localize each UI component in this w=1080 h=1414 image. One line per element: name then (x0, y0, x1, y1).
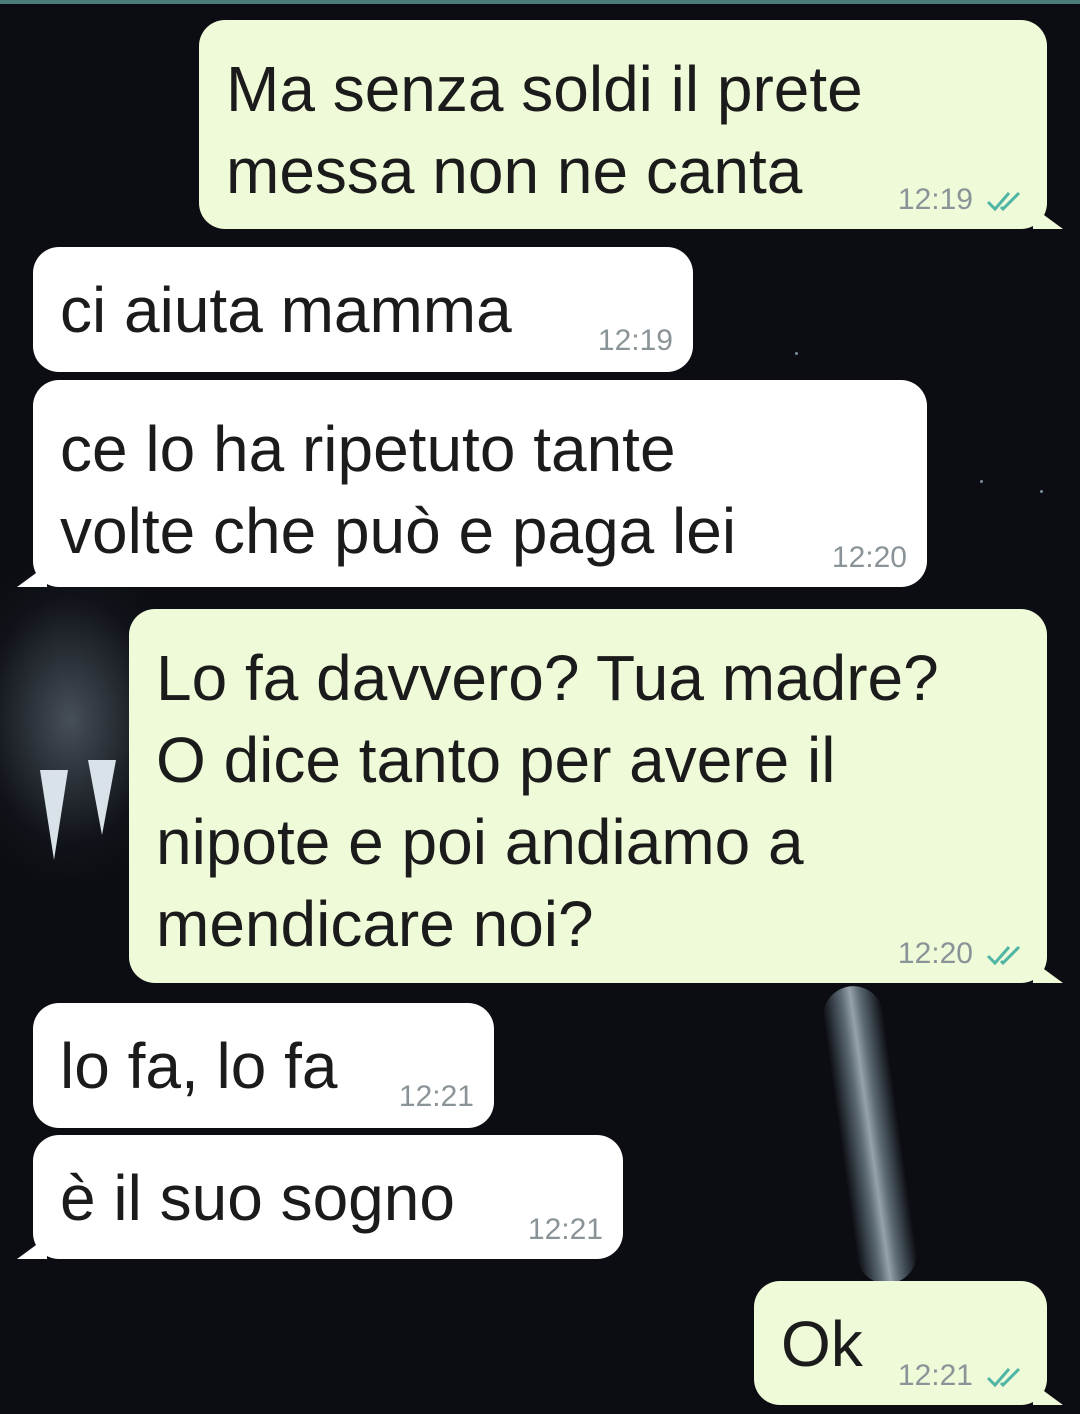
message-time: 12:20 (897, 937, 973, 970)
message-time: 12:19 (597, 324, 673, 357)
message-time: 12:21 (527, 1213, 603, 1246)
message-text: ce lo ha ripetuto tante volte che può e … (60, 413, 737, 567)
message-bubble-incoming[interactable]: lo fa, lo fa 12:21 (33, 1003, 494, 1128)
message-bubble-outgoing[interactable]: Lo fa davvero? Tua madre? O dice tanto p… (129, 609, 1063, 983)
message-time: 12:21 (398, 1080, 474, 1113)
message-time: 12:21 (897, 1359, 973, 1392)
message-text: è il suo sogno (60, 1162, 455, 1234)
wallpaper-fang (88, 760, 116, 835)
message-text: Ok (781, 1308, 863, 1380)
message-bubble-outgoing[interactable]: Ok 12:21 (754, 1281, 1063, 1405)
message-meta: 12:20 (898, 937, 1025, 971)
message-time: 12:20 (831, 541, 907, 574)
message-meta: 12:21 (898, 1359, 1025, 1393)
message-text: Ma senza soldi il prete messa non ne can… (226, 53, 863, 207)
wallpaper-spine (819, 982, 921, 1288)
wallpaper-star (795, 352, 798, 355)
message-text: Lo fa davvero? Tua madre? O dice tanto p… (156, 642, 939, 960)
message-meta: 12:19 (898, 183, 1025, 217)
message-text: ci aiuta mamma (60, 274, 512, 346)
message-time: 12:19 (897, 183, 973, 216)
wallpaper-star (1040, 490, 1043, 493)
wallpaper-fang (40, 770, 68, 860)
wallpaper-star (980, 480, 983, 483)
message-bubble-incoming[interactable]: ce lo ha ripetuto tante volte che può e … (17, 380, 927, 587)
message-text: lo fa, lo fa (60, 1030, 338, 1102)
message-bubble-incoming[interactable]: ci aiuta mamma 12:19 (33, 247, 693, 372)
message-bubble-outgoing[interactable]: Ma senza soldi il prete messa non ne can… (199, 20, 1063, 229)
message-bubble-incoming[interactable]: è il suo sogno 12:21 (17, 1135, 623, 1259)
double-check-icon (986, 192, 1021, 212)
double-check-icon (986, 946, 1021, 966)
double-check-icon (986, 1368, 1021, 1388)
